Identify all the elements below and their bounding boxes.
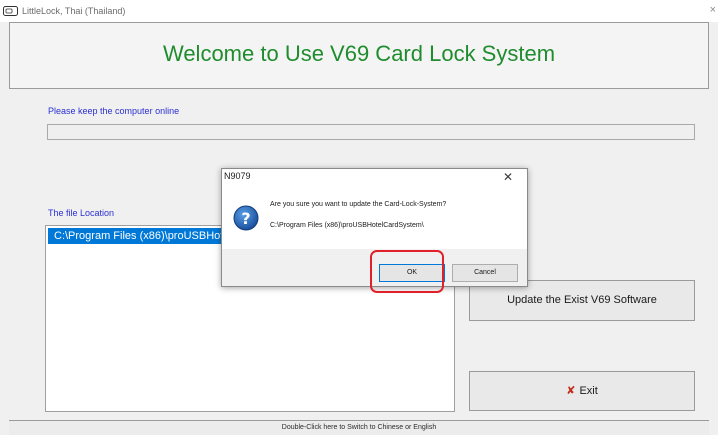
dialog-title: N9079 [224,171,251,181]
ok-highlight-annotation [370,250,444,293]
question-icon: ? [233,205,259,236]
dialog-message: Are you sure you want to update the Card… [270,201,447,208]
close-x-icon: ✘ [566,385,576,397]
dialog-path: C:\Program Files (x86)\proUSBHotelCardSy… [270,222,424,229]
cancel-button[interactable]: Cancel [452,264,518,282]
file-location-label: The file Location [48,208,115,218]
exit-button[interactable]: ✘ Exit [469,371,695,411]
svg-text:?: ? [241,209,250,228]
app-icon [3,6,18,18]
welcome-banner: Welcome to Use V69 Card Lock System [9,22,709,89]
dialog-close-button[interactable]: ✕ [503,170,513,184]
update-button-label: Update the Exist V69 Software [507,294,657,306]
welcome-heading: Welcome to Use V69 Card Lock System [162,41,556,66]
online-label: Please keep the computer online [48,106,180,116]
window-close-button[interactable]: × [710,4,716,16]
online-progress-field [47,124,695,140]
language-switch-label: Double-Click here to Switch to Chinese o… [281,424,437,431]
title-bar: LittleLock, Thai (Thailand) × [0,0,718,22]
exit-button-label: Exit [579,385,598,397]
language-switch-bar[interactable]: Double-Click here to Switch to Chinese o… [9,420,709,435]
window-title: LittleLock, Thai (Thailand) [22,6,126,16]
